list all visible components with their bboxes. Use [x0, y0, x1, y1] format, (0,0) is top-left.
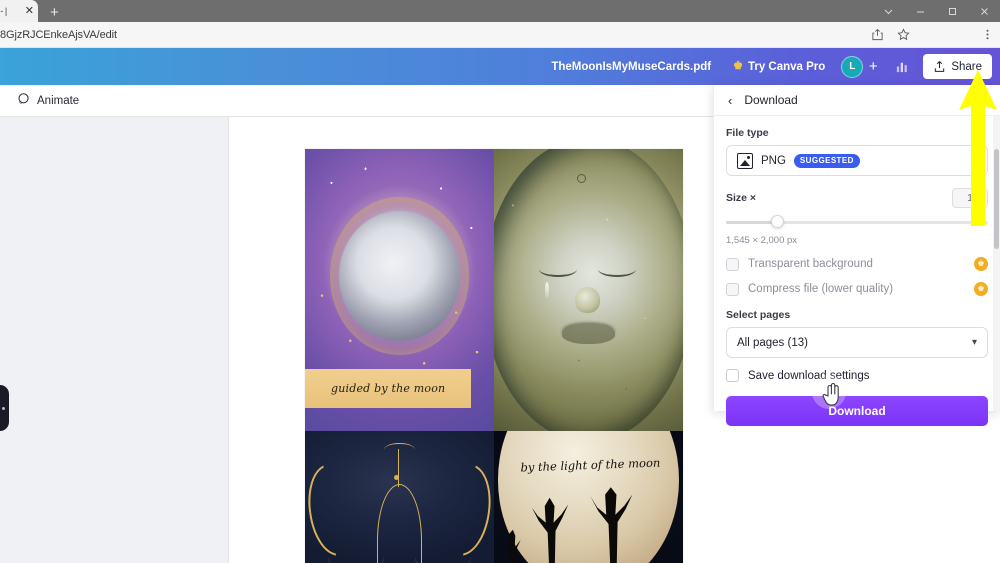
browser-titlebar: t - | ✕ +	[0, 0, 1000, 22]
file-type-select[interactable]: PNG SUGGESTED ▾	[726, 145, 988, 176]
artwork-row-bottom: by the light of the moon	[305, 431, 683, 563]
transparent-background-label: Transparent background	[748, 258, 873, 270]
download-panel-header: ‹ Download	[714, 85, 1000, 116]
slider-knob[interactable]	[771, 215, 784, 228]
slider-fill	[726, 221, 776, 224]
panel-scrollbar-thumb[interactable]	[994, 149, 999, 249]
full-moon	[497, 431, 680, 563]
select-pages-label: Select pages	[726, 309, 791, 321]
chevron-left-icon[interactable]: ‹	[728, 94, 732, 107]
transparent-background-checkbox[interactable]	[726, 257, 739, 271]
crown-icon: ♚	[733, 60, 743, 72]
panel-scroll-track[interactable]	[993, 116, 1000, 411]
compress-file-checkbox[interactable]	[726, 282, 739, 296]
left-side-panel	[0, 117, 229, 563]
browser-tab[interactable]: t - | ✕	[0, 0, 38, 22]
mouth	[562, 323, 615, 344]
animate-label: Animate	[37, 94, 80, 107]
close-icon[interactable]	[968, 0, 1000, 22]
compress-file-row[interactable]: Compress file (lower quality) ♚	[726, 282, 988, 296]
window-controls	[872, 0, 1000, 22]
save-download-settings-checkbox[interactable]	[726, 369, 739, 382]
tab-close-icon[interactable]: ✕	[25, 5, 34, 17]
lotus-petal	[376, 484, 423, 563]
share-icon[interactable]	[864, 22, 890, 48]
nose	[575, 287, 600, 313]
editor-toolbar: Animate	[0, 85, 713, 117]
file-type-label: File type	[726, 127, 769, 139]
browser-toolbar-actions	[864, 22, 1000, 48]
maximize-icon[interactable]	[936, 0, 968, 22]
browser-toolbar: 8GjzRJCEnkeAjsVA/edit	[0, 22, 1000, 48]
artwork-full-moon-trees[interactable]: by the light of the moon	[494, 431, 683, 563]
panel-collapse-handle[interactable]	[0, 385, 9, 431]
size-label: Size ×	[726, 192, 757, 204]
suggested-badge: SUGGESTED	[793, 153, 860, 168]
image-file-icon	[737, 152, 753, 169]
share-button[interactable]: Share	[923, 54, 992, 79]
size-slider[interactable]	[726, 215, 988, 228]
canva-header: TheMoonIsMyMuseCards.pdf ♚ Try Canva Pro…	[0, 48, 1000, 85]
artwork-watercolor-moon[interactable]: guided by the moon	[305, 149, 494, 431]
download-panel-body: File type PNG SUGGESTED ▾ Size × 1 1,545…	[714, 116, 1000, 426]
try-canva-pro-label: Try Canva Pro	[747, 60, 826, 73]
bar-chart-icon[interactable]	[889, 55, 915, 79]
share-label: Share	[951, 60, 982, 73]
right-leaf	[415, 541, 472, 563]
moon-disc	[339, 211, 460, 341]
download-panel-title: Download	[744, 93, 798, 107]
artwork-row-top: guided by the moon	[305, 149, 683, 431]
document-title[interactable]: TheMoonIsMyMuseCards.pdf	[551, 61, 711, 73]
select-pages-dropdown[interactable]: All pages (13) ▾	[726, 327, 988, 358]
kebab-menu-icon[interactable]	[974, 22, 1000, 48]
chevron-down-icon: ▾	[971, 337, 977, 348]
left-leaf	[328, 541, 385, 563]
save-settings-row[interactable]: Save download settings	[726, 369, 988, 382]
crown-icon: ♚	[974, 257, 988, 271]
add-collaborator-button[interactable]: +	[863, 56, 883, 78]
new-tab-icon[interactable]: +	[50, 5, 59, 22]
minimize-icon[interactable]	[904, 0, 936, 22]
download-button[interactable]: Download	[726, 396, 988, 426]
file-type-value: PNG	[761, 154, 786, 167]
chevron-down-icon: ▾	[971, 155, 977, 166]
animate-circle-icon	[16, 92, 30, 109]
avatar[interactable]: L	[841, 55, 864, 78]
try-canva-pro-button[interactable]: ♚ Try Canva Pro	[733, 61, 825, 73]
artwork-caption-text: guided by the moon	[330, 382, 446, 396]
artwork-stone-moon-face[interactable]	[494, 149, 683, 431]
lotus-crest	[384, 442, 415, 456]
select-pages-value: All pages (13)	[737, 336, 808, 349]
browser-tab-title: t - |	[0, 6, 7, 16]
tear-highlight	[545, 281, 550, 298]
artwork-gold-lotus[interactable]	[305, 431, 494, 563]
size-input[interactable]: 1	[952, 188, 988, 208]
artwork-caption-banner: guided by the moon	[305, 368, 472, 409]
download-panel: ‹ Download File type PNG SUGGESTED ▾ Siz…	[713, 85, 1000, 426]
crown-icon: ♚	[974, 282, 988, 296]
star-icon[interactable]	[890, 22, 916, 48]
save-download-settings-label: Save download settings	[748, 369, 870, 382]
design-page[interactable]: guided by the moon by the light of the m…	[305, 149, 683, 563]
transparent-background-row[interactable]: Transparent background ♚	[726, 257, 988, 271]
size-row: Size × 1	[726, 188, 988, 208]
chevron-down-icon[interactable]	[872, 0, 904, 22]
upload-icon	[935, 61, 945, 72]
url-bar[interactable]: 8GjzRJCEnkeAjsVA/edit	[0, 29, 117, 41]
animate-button[interactable]: Animate	[10, 89, 85, 112]
compress-file-label: Compress file (lower quality)	[748, 283, 894, 295]
dimensions-text: 1,545 × 2,000 px	[726, 235, 798, 246]
